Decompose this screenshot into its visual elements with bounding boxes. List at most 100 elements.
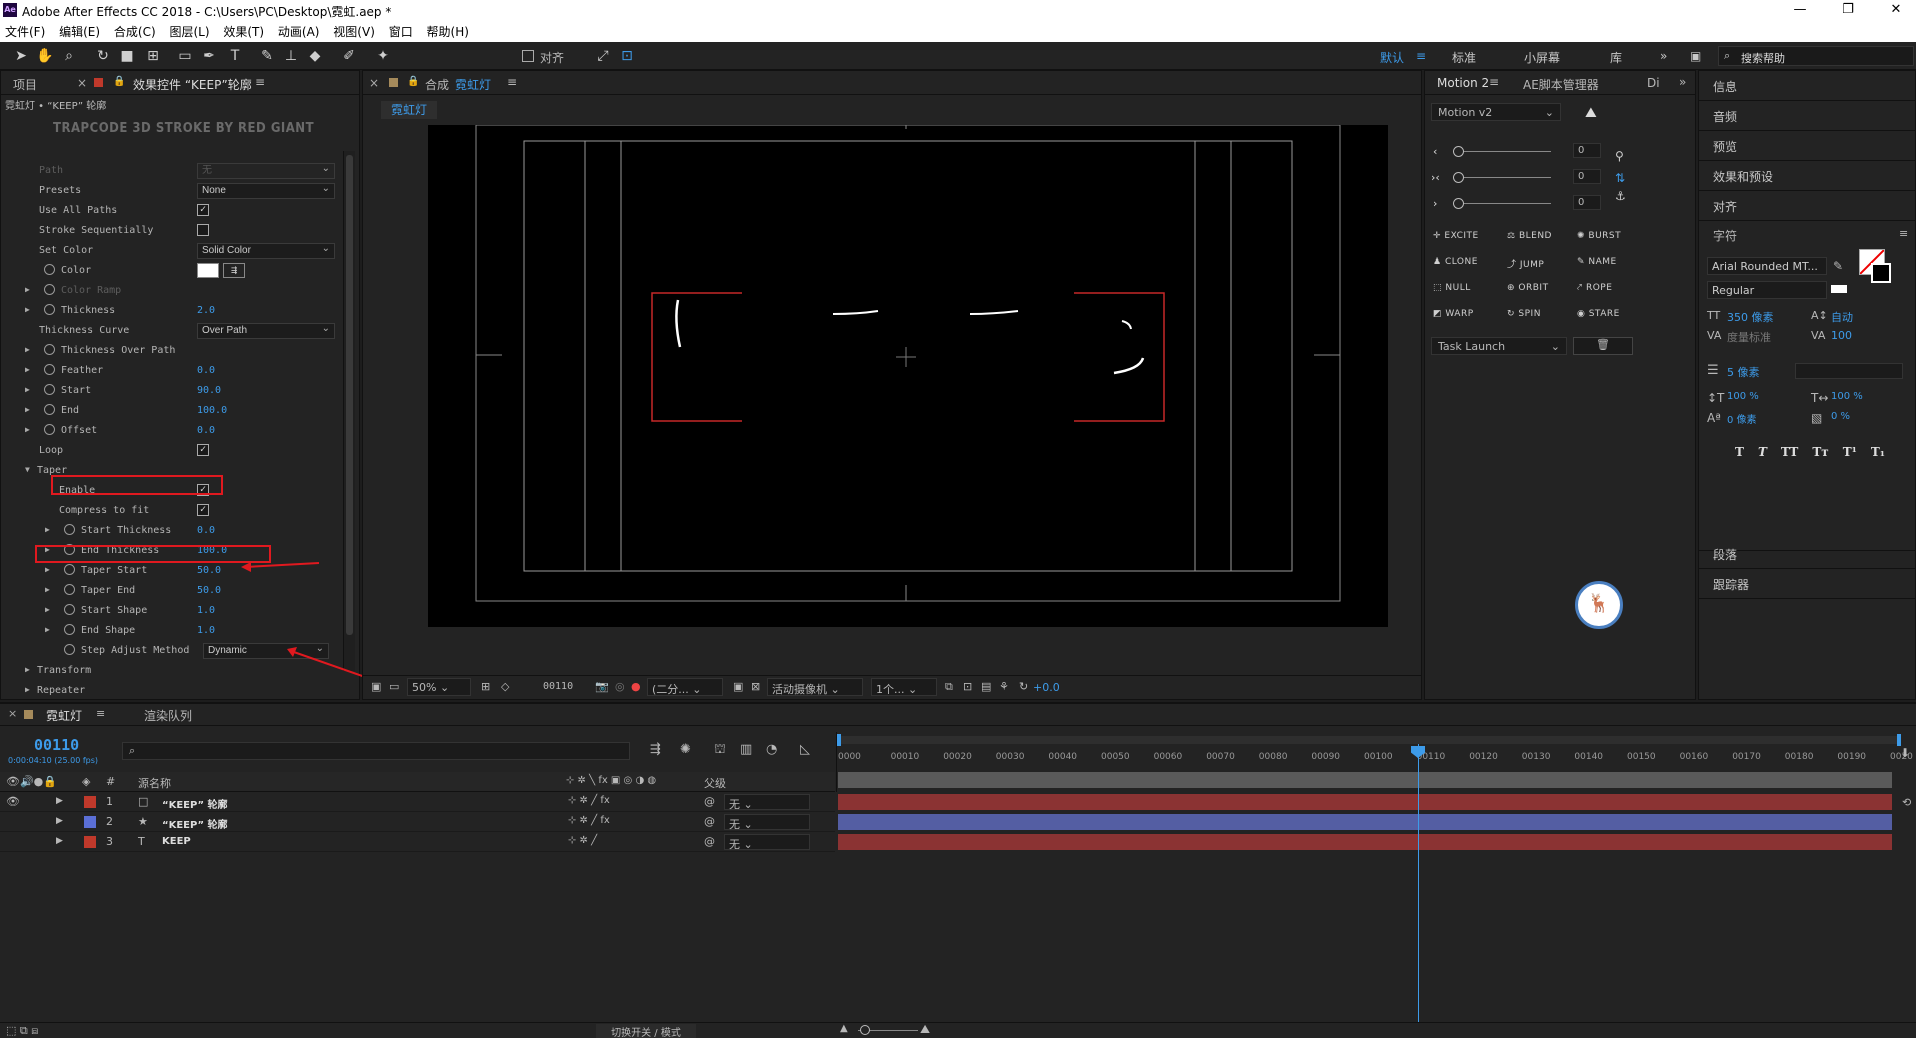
transparency-grid-icon[interactable]: ⊠ (751, 680, 760, 693)
workspace-standard[interactable]: 标准 (1452, 49, 1476, 66)
always-preview-icon[interactable]: ▣ (371, 680, 381, 693)
resolution-select[interactable]: (二分... ⌄ (647, 678, 723, 696)
tab-project[interactable]: 项目 (13, 76, 37, 93)
motion-blur-icon[interactable]: ◔ (766, 742, 777, 757)
effect-row-stroke-sequentially[interactable]: Stroke Sequentially (1, 221, 341, 241)
workspace-more-icon[interactable]: » (1660, 49, 1667, 63)
menu-composition[interactable]: 合成(C) (109, 20, 161, 43)
timeline-timecode[interactable]: 00110 (34, 736, 79, 754)
panel-menu-icon[interactable]: ≡ (255, 75, 265, 89)
effect-dropdown[interactable]: Over Path (197, 322, 335, 339)
show-snapshot-icon[interactable]: ◎ (615, 680, 625, 693)
effect-row-thickness-curve[interactable]: Thickness Curve Over Path (1, 321, 341, 341)
twirl-right-icon[interactable]: ▶ (25, 425, 30, 434)
time-navigator[interactable] (838, 772, 1892, 788)
effect-row-color[interactable]: Color ⇶ (1, 261, 341, 281)
panel-menu-icon[interactable]: ≡ (507, 75, 517, 89)
stopwatch-icon[interactable] (64, 644, 75, 655)
twirl-right-icon[interactable]: ▶ (25, 365, 30, 374)
horizontal-scale-value[interactable]: 100 % (1831, 391, 1863, 402)
camera-tool-icon[interactable]: ■ (118, 47, 136, 65)
menu-view[interactable]: 视图(V) (328, 20, 380, 43)
font-style-select[interactable]: Regular (1707, 281, 1827, 299)
preview-panel[interactable]: 预览 (1699, 131, 1916, 161)
tracker-panel[interactable]: 跟踪器 (1699, 569, 1916, 599)
stopwatch-icon[interactable] (64, 564, 75, 575)
zoom-in-icon[interactable]: ⛰ (920, 1022, 930, 1037)
effect-value[interactable]: 50.0 (197, 565, 221, 576)
effect-checkbox[interactable]: ✓ (197, 504, 209, 516)
comp-marker-bin-icon[interactable]: ⬇ (1900, 746, 1910, 760)
subscript-button[interactable]: T₁ (1871, 445, 1885, 459)
effect-row-set-color[interactable]: Set Color Solid Color (1, 241, 341, 261)
axis-tool-icon[interactable]: ⤢ (594, 47, 612, 65)
hand-tool-icon[interactable]: ✋ (36, 47, 54, 65)
tracking-value[interactable]: 100 (1831, 329, 1852, 342)
effect-dropdown[interactable]: None (197, 182, 335, 199)
stopwatch-icon[interactable] (44, 404, 55, 415)
twirl-right-icon[interactable]: ▶ (45, 625, 50, 634)
menu-edit[interactable]: 编辑(E) (54, 20, 105, 43)
panel-icon[interactable]: ▣ (1690, 49, 1701, 63)
toggle-switches-modes-button[interactable]: 切换开关 / 模式 (596, 1024, 696, 1038)
eraser-tool-icon[interactable]: ◆ (306, 47, 324, 65)
effect-value[interactable]: 1.0 (197, 625, 215, 636)
snapshot-icon[interactable]: 📷 (595, 680, 609, 693)
ease-out-value[interactable]: 0 (1573, 195, 1601, 210)
effects-presets-panel[interactable]: 效果和预设 (1699, 161, 1916, 191)
shy-icon[interactable]: ⛫ (714, 742, 726, 759)
swap-icon[interactable]: ⇅ (1615, 171, 1625, 185)
workspace-library[interactable]: 库 (1610, 49, 1622, 66)
draft-3d-icon[interactable]: ✺ (680, 742, 691, 757)
effect-row-feather[interactable]: ▶ Feather 0.0 (1, 361, 341, 381)
layer-expand-icon[interactable]: ⟲ (1902, 796, 1911, 809)
menu-layer[interactable]: 图层(L) (164, 20, 214, 43)
effect-value[interactable]: 0.0 (197, 525, 215, 536)
anchor-icon[interactable]: ⚓ (1615, 189, 1626, 203)
reset-exposure-icon[interactable]: ↻ (1019, 680, 1028, 693)
col-source-name[interactable]: 源名称 (138, 775, 171, 791)
warp-button[interactable]: ◩ WARP (1433, 309, 1474, 319)
stare-button[interactable]: ◉ STARE (1577, 309, 1620, 319)
channel-icon[interactable]: ● (631, 680, 641, 693)
rocket-icon[interactable]: ⚲ (1615, 149, 1624, 163)
fast-preview-icon[interactable]: ⊡ (963, 680, 972, 693)
effect-value[interactable]: 90.0 (197, 385, 221, 396)
type-tool-icon[interactable]: T (226, 47, 244, 65)
jump-button[interactable]: ⤴ JUMP (1507, 257, 1544, 270)
superscript-button[interactable]: T¹ (1843, 445, 1857, 459)
effect-value[interactable]: 0.0 (197, 425, 215, 436)
eyedropper-icon[interactable]: ✎ (1833, 259, 1843, 273)
twirl-right-icon[interactable]: ▶ (25, 665, 30, 674)
effect-row-color-ramp[interactable]: ▶ Color Ramp (1, 281, 341, 301)
twirl-down-icon[interactable]: ▼ (25, 465, 30, 474)
mask-icon[interactable]: ◇ (501, 680, 509, 693)
zoom-tool-icon[interactable]: ⌕ (60, 47, 78, 65)
stopwatch-icon[interactable] (64, 604, 75, 615)
effect-value[interactable]: 2.0 (197, 305, 215, 316)
tab-more[interactable]: Di (1647, 76, 1660, 90)
effect-checkbox[interactable] (197, 224, 209, 236)
close-icon[interactable]: × (77, 76, 87, 90)
menu-animation[interactable]: 动画(A) (273, 20, 325, 43)
effect-checkbox[interactable]: ✓ (197, 204, 209, 216)
twirl-right-icon[interactable]: ▶ (25, 405, 30, 414)
close-icon[interactable]: × (369, 76, 379, 90)
ease-out-handle[interactable] (1453, 198, 1464, 209)
flowchart-icon[interactable]: ⚘ (999, 680, 1009, 693)
font-family-select[interactable]: Arial Rounded MT... (1707, 257, 1827, 275)
puppet-tool-icon[interactable]: ✦ (374, 47, 392, 65)
faux-bold-button[interactable]: T (1735, 445, 1744, 459)
eyedropper-icon[interactable]: ⇶ (223, 263, 245, 278)
ease-in-value[interactable]: 0 (1573, 143, 1601, 158)
effect-value[interactable]: 100.0 (197, 405, 227, 416)
tab-effect-controls[interactable]: 效果控件 “KEEP”轮廓 (133, 76, 252, 93)
tab-ae-script-manager[interactable]: AE脚本管理器 (1523, 76, 1599, 93)
effect-row-thickness-over-path[interactable]: ▶ Thickness Over Path (1, 341, 341, 361)
effect-value[interactable]: 0.0 (197, 365, 215, 376)
brush-tool-icon[interactable]: ✎ (258, 47, 276, 65)
leading-value[interactable]: 自动 (1831, 309, 1853, 325)
excite-button[interactable]: ✛ EXCITE (1433, 231, 1479, 241)
effect-checkbox[interactable]: ✓ (197, 444, 209, 456)
null-button[interactable]: ⬚ NULL (1433, 283, 1471, 293)
